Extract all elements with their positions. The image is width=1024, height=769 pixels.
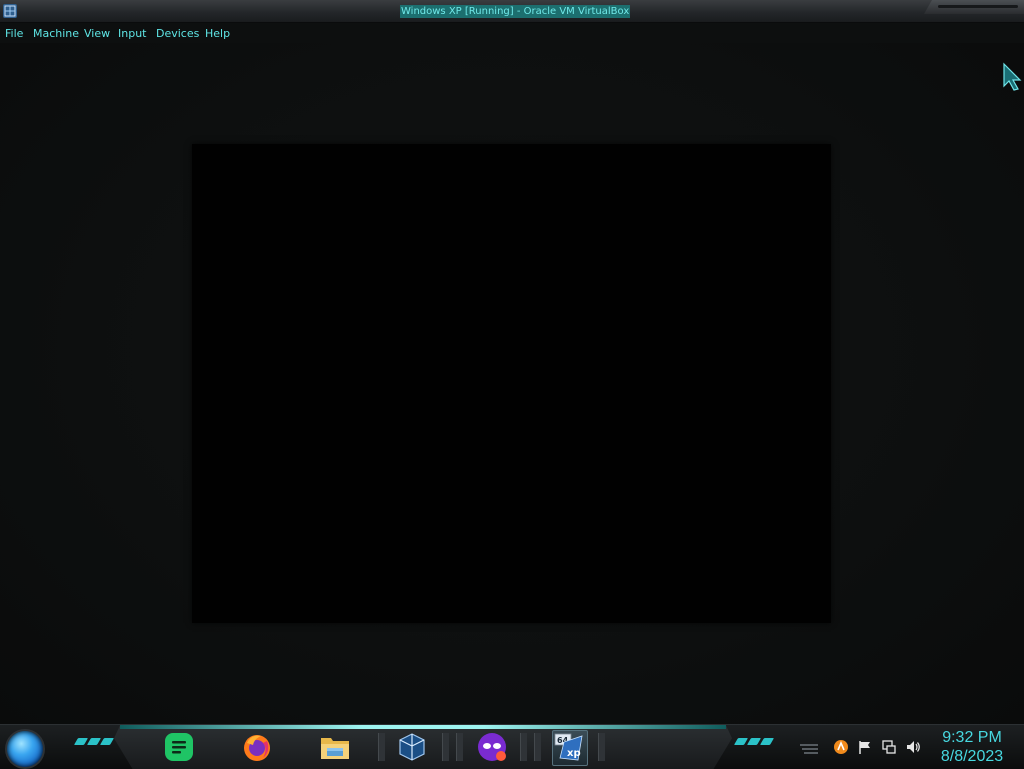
taskbar-separator [520, 733, 527, 761]
vm-display-area [0, 43, 1024, 724]
window-title: Windows XP [Running] - Oracle VM Virtual… [400, 5, 631, 18]
clock-time[interactable]: 9:32 PM [940, 729, 1004, 747]
vm-screen[interactable] [192, 144, 831, 623]
purple-mask-icon [478, 733, 506, 761]
menu-bar: File Machine View Input Devices Help [0, 23, 1024, 43]
taskbar-app-firefox[interactable] [240, 730, 274, 764]
menu-view[interactable]: View [84, 27, 110, 40]
action-center-flag-icon[interactable] [857, 739, 873, 755]
start-orb-icon[interactable] [7, 731, 43, 767]
taskbar-app-virtualbox[interactable] [395, 730, 429, 764]
orange-app-icon[interactable] [833, 739, 849, 755]
taskbar-separator [378, 733, 385, 761]
xp64-icon: 64 xp [554, 733, 583, 761]
window-controls[interactable] [924, 0, 1024, 14]
volume-icon[interactable] [905, 739, 921, 755]
svg-text:xp: xp [567, 748, 581, 759]
network-icon[interactable] [881, 739, 897, 755]
taskbar-glow-line [120, 725, 726, 729]
virtualbox-icon[interactable] [2, 3, 18, 19]
folder-icon [321, 738, 349, 759]
menu-file[interactable]: File [5, 27, 23, 40]
title-bar[interactable]: Windows XP [Running] - Oracle VM Virtual… [0, 0, 1024, 23]
taskbar: 64 xp 9:32 PM 8/8/2023 [0, 724, 1024, 769]
taskbar-separator [534, 733, 541, 761]
taskbar-separator [442, 733, 449, 761]
taskbar-app-windows-xp-vm[interactable]: 64 xp [552, 730, 588, 766]
show-hidden-icons-icon[interactable] [798, 739, 820, 755]
clock-date[interactable]: 8/8/2023 [940, 748, 1004, 766]
taskbar-app-masked[interactable] [475, 730, 509, 764]
taskbar-app-notes[interactable] [162, 730, 196, 764]
menu-devices[interactable]: Devices [156, 27, 199, 40]
firefox-icon [244, 735, 270, 761]
mouse-cursor-icon [1003, 62, 1022, 91]
taskbar-left-decoration-icon [73, 738, 116, 748]
virtualbox-cube-icon [399, 733, 425, 761]
menu-help[interactable]: Help [205, 27, 230, 40]
menu-machine[interactable]: Machine [33, 27, 79, 40]
taskbar-separator [598, 733, 605, 761]
green-notes-icon [165, 733, 193, 761]
menu-input[interactable]: Input [118, 27, 146, 40]
taskbar-separator [456, 733, 463, 761]
taskbar-right-decoration-icon [733, 738, 776, 748]
taskbar-app-file-explorer[interactable] [318, 730, 352, 764]
